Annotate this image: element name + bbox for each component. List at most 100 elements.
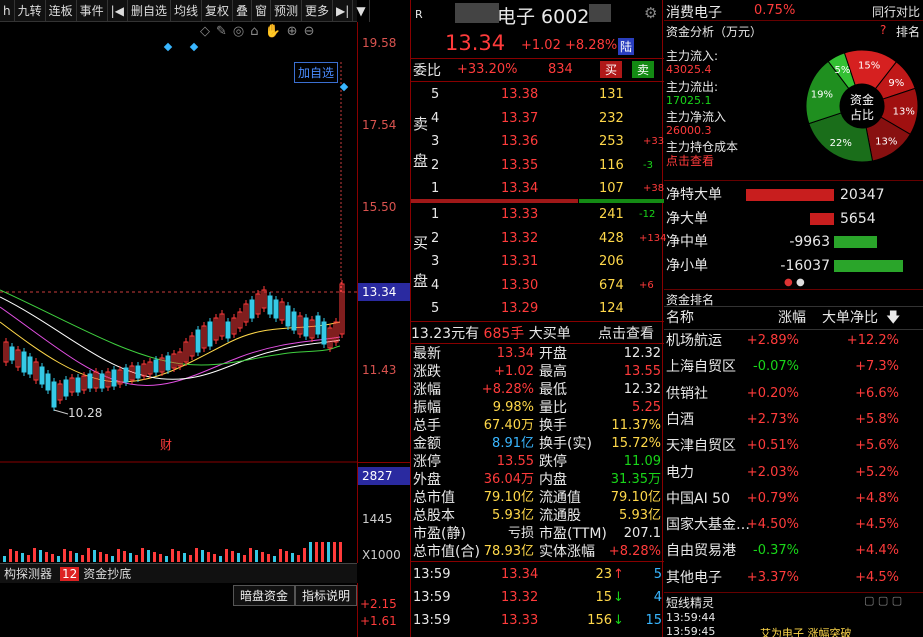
rank-pct: -0.07% — [753, 359, 799, 375]
tab-structure-detector[interactable]: 构探测器 — [0, 565, 56, 582]
event-marker[interactable] — [189, 42, 199, 52]
stat-label: 内盘 — [539, 472, 567, 488]
weibi-label: 委比 — [413, 63, 441, 79]
rank-row[interactable]: 中国AI 50 +0.79% +4.8% — [664, 486, 923, 513]
stat-value: 5.93亿 — [492, 508, 534, 523]
toolbar-item[interactable]: h — [0, 0, 15, 22]
cost-link[interactable]: 点击查看 — [666, 152, 714, 169]
rank-col-net[interactable]: 大单净比 — [822, 307, 878, 329]
tab-fund-bottom[interactable]: 资金抄底 — [79, 565, 135, 582]
rank-row[interactable]: 国家大基金… +4.50% +4.5% — [664, 512, 923, 539]
candle-body — [225, 321, 231, 339]
price-tick: 15.50 — [362, 200, 397, 214]
bid-row[interactable]: 1 13.33 241 -12 — [411, 203, 664, 227]
candle-body — [21, 351, 27, 373]
rank-row[interactable]: 其他电子 +3.37% +4.5% — [664, 565, 923, 592]
big-order-link[interactable]: 点击查看 — [598, 323, 654, 343]
low-price-label: 10.28 — [68, 406, 103, 420]
ask-row[interactable]: 2 13.35 116 -3 — [411, 154, 664, 178]
toolbar-item[interactable]: 窗 — [252, 0, 272, 22]
pie-slice-label: 15% — [858, 61, 880, 72]
netflow-label: 净特大单 — [666, 187, 722, 203]
ask-row[interactable]: 3 13.36 253 +33 — [411, 130, 664, 154]
tick-row: 13:59 13.32 15 ↓ 4 — [411, 588, 664, 608]
toolbar-item[interactable]: ▼ — [353, 0, 370, 22]
rank-row[interactable]: 自由贸易港 -0.37% +4.4% — [664, 538, 923, 565]
help-icon[interactable]: ? — [880, 23, 886, 37]
ask-row[interactable]: 4 13.37 232 — [411, 107, 664, 131]
bid-row[interactable]: 5 13.29 124 — [411, 297, 664, 321]
page-dot[interactable]: ● — [796, 277, 805, 288]
page-dot-active[interactable]: ● — [784, 277, 793, 288]
rank-link[interactable]: 排名 — [896, 23, 920, 40]
rank-net: +6.6% — [855, 385, 899, 401]
finance-marker[interactable]: 财 — [160, 436, 172, 453]
settings-icon[interactable]: ⚙ — [644, 4, 657, 22]
rank-name: 其他电子 — [666, 569, 722, 586]
toolbar-item[interactable]: 均线 — [171, 0, 202, 22]
stat-label: 总股本 — [413, 508, 455, 524]
outflow-label: 主力流出: — [666, 80, 719, 94]
toolbar-item[interactable]: 叠 — [233, 0, 252, 22]
candle-body — [273, 299, 279, 319]
toolbar-item[interactable]: 事件 — [77, 0, 108, 22]
ask-price: 13.38 — [501, 87, 539, 102]
event-marker[interactable] — [339, 82, 349, 92]
volume-bar — [21, 553, 24, 562]
toolbar-item[interactable]: 预测 — [271, 0, 303, 22]
toolbar-item[interactable]: ▶| — [333, 0, 354, 22]
peer-compare-link[interactable]: 同行对比 — [872, 3, 920, 20]
candle-body — [267, 295, 273, 315]
toolbar-item[interactable]: |◀ — [108, 0, 128, 22]
indicator-tick: +1.61 — [360, 614, 397, 628]
inflow-value: 43025.4 — [666, 63, 712, 76]
stat-value: 12.32 — [623, 346, 661, 361]
kline-chart[interactable]: 加自选 10.28 财 — [0, 22, 357, 562]
rank-row[interactable]: 上海自贸区 -0.07% +7.3% — [664, 354, 923, 381]
stock-name: 电子 6002 — [497, 6, 590, 28]
toolbar-item[interactable]: 删自选 — [128, 0, 171, 22]
rank-row[interactable]: 天津自贸区 +0.51% +5.6% — [664, 433, 923, 460]
sector-name[interactable]: 消费电子 — [666, 2, 722, 22]
ask-row[interactable]: 1 13.34 107 +38 — [411, 177, 664, 201]
chart-tool-icons[interactable]: ◇✎◎⌂✋⊕⊖ — [200, 24, 320, 39]
price-tick: 17.54 — [362, 118, 397, 132]
bid-row[interactable]: 3 13.31 206 — [411, 250, 664, 274]
rank-row[interactable]: 白酒 +2.73% +5.8% — [664, 407, 923, 434]
add-watchlist-button[interactable]: 加自选 — [294, 62, 339, 83]
ask-row[interactable]: 5 13.38 131 — [411, 83, 664, 107]
fund-panel: 消费电子 0.75% 同行对比 资金分析（万元） ? 排名 主力流入: 4302… — [664, 0, 923, 637]
rank-col-pct[interactable]: 涨幅 — [778, 307, 806, 329]
rank-net: +4.4% — [855, 543, 899, 559]
toolbar-item[interactable]: 更多 — [302, 0, 334, 22]
sprite-event[interactable]: 艾为电子 涨幅突破 — [760, 625, 852, 637]
rank-header: 名称 涨幅 大单净比 🡇 — [664, 306, 923, 330]
rank-row[interactable]: 供销社 +0.20% +6.6% — [664, 381, 923, 408]
ask-volume: 116 — [599, 157, 624, 173]
rank-col-name[interactable]: 名称 — [666, 307, 694, 329]
event-marker[interactable] — [163, 42, 173, 52]
sell-button[interactable]: 卖 — [632, 61, 655, 78]
volume-bar — [183, 553, 186, 562]
volume-bar — [117, 549, 120, 562]
bid-row[interactable]: 2 13.32 428 +134 — [411, 227, 666, 251]
bid-price: 13.30 — [501, 277, 539, 293]
candle-body — [87, 373, 93, 389]
stat-label: 最高 — [539, 364, 567, 380]
rank-row[interactable]: 电力 +2.03% +5.2% — [664, 460, 923, 487]
sort-desc-icon[interactable]: 🡇 — [886, 307, 900, 329]
chart-toolbar: h 九转 连板 事件 |◀ 删自选 均线 复权叠窗预测 更多 ▶| ▼ — [0, 0, 370, 22]
bid-row[interactable]: 4 13.30 674 +6 — [411, 274, 664, 298]
toolbar-item[interactable]: 复权 — [202, 0, 233, 22]
ask-level: 3 — [431, 134, 440, 149]
sprite-controls-icon[interactable]: ▢ ▢ ▢ — [864, 594, 902, 607]
dark-pool-button[interactable]: 暗盘资金 — [233, 585, 296, 606]
ask-change: +38 — [643, 183, 665, 194]
stat-row: 总市值(合) 78.93亿 实体涨幅 +8.28% — [411, 543, 664, 561]
rank-row[interactable]: 机场航运 +2.89% +12.2% — [664, 328, 923, 355]
toolbar-item[interactable]: 九转 — [15, 0, 46, 22]
last-price: 13.34 — [445, 31, 506, 55]
buy-button[interactable]: 买 — [600, 61, 623, 78]
indicator-help-button[interactable]: 指标说明 — [295, 585, 358, 606]
toolbar-item[interactable]: 连板 — [46, 0, 77, 22]
